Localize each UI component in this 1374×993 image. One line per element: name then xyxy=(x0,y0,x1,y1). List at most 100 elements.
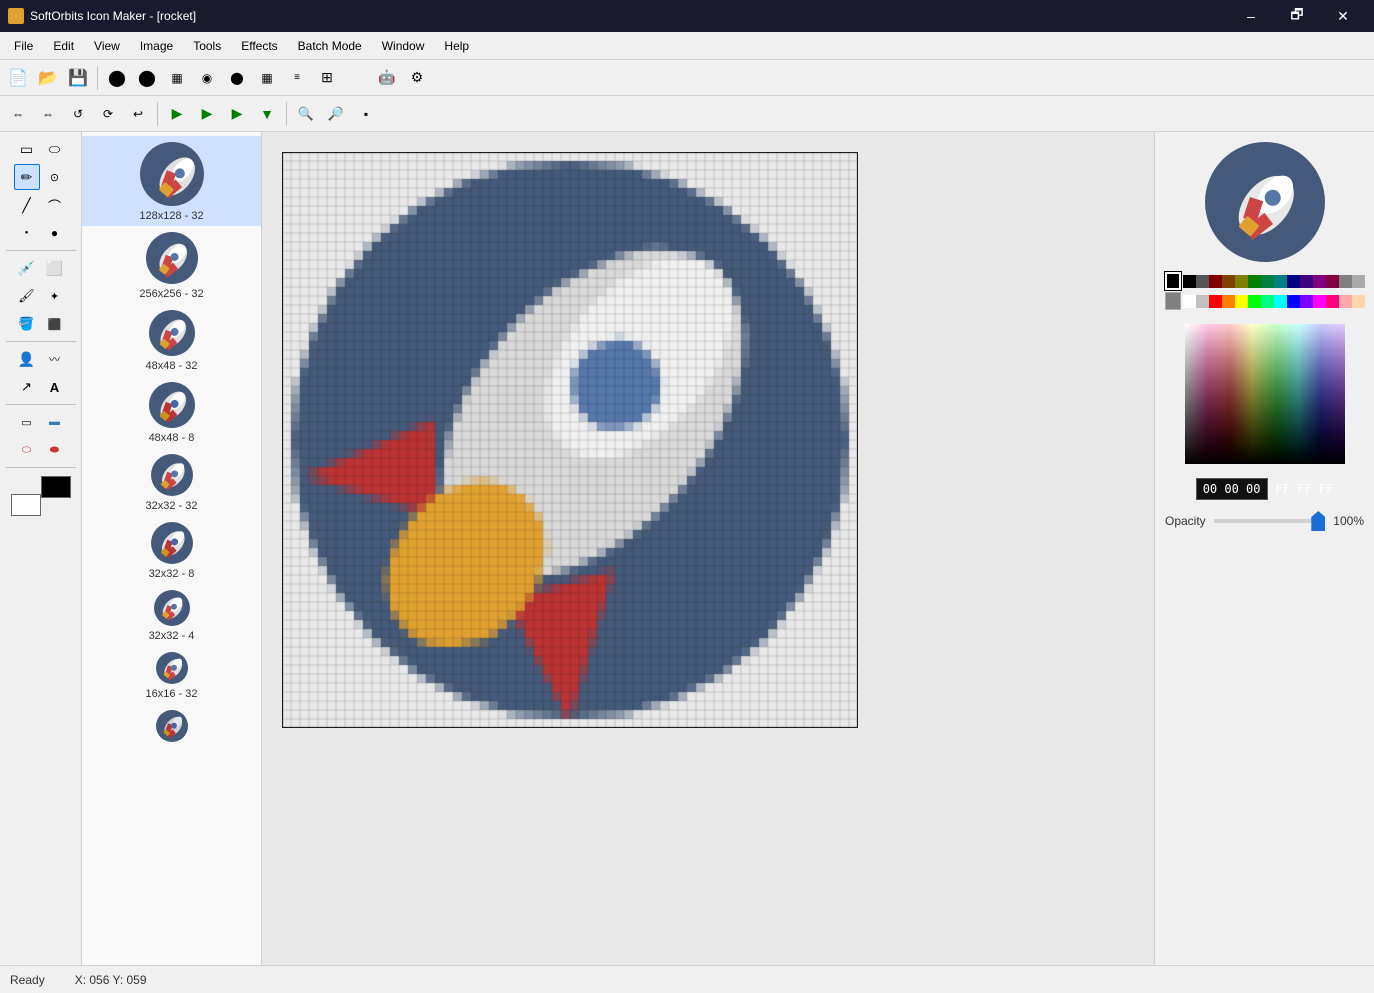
canvas-area[interactable] xyxy=(262,132,1154,965)
title-bar-controls[interactable]: – 🗗 ✕ xyxy=(1228,0,1366,32)
curve-tool[interactable]: ⌒ xyxy=(42,192,68,218)
gear-icon-btn[interactable]: ⚙ xyxy=(403,64,431,92)
icon-entry-32-32[interactable]: 32x32 - 32 xyxy=(82,448,261,516)
palette-swatch[interactable] xyxy=(1313,295,1326,308)
icon-entry-32-4[interactable]: 32x32 - 4 xyxy=(82,584,261,646)
sparkle-tool[interactable]: ✦ xyxy=(42,283,68,309)
filled-rect-tool[interactable]: ▬ xyxy=(42,409,68,435)
icon-entry-48-8[interactable]: 48x48 - 8 xyxy=(82,376,261,448)
icon-entry-32-8[interactable]: 32x32 - 8 xyxy=(82,516,261,584)
opacity-thumb[interactable] xyxy=(1311,511,1325,531)
play-btn[interactable]: ▶ xyxy=(163,100,191,128)
palette-swatch[interactable] xyxy=(1339,275,1352,288)
menu-item-tools[interactable]: Tools xyxy=(183,35,231,57)
save-button[interactable]: 💾 xyxy=(64,64,92,92)
pencil-tool[interactable]: ✏ xyxy=(14,164,40,190)
palette-swatch[interactable] xyxy=(1352,275,1365,288)
tb-btn-7[interactable]: ≡ xyxy=(283,64,311,92)
zoom-out-btn[interactable]: 🔎 xyxy=(322,100,350,128)
palette-swatch[interactable] xyxy=(1261,295,1274,308)
tb2-btn-5[interactable]: ↩ xyxy=(124,100,152,128)
lasso-tool[interactable]: ⊙ xyxy=(42,164,68,190)
palette-swatch[interactable] xyxy=(1300,275,1313,288)
filled-ellipse-tool[interactable]: ⬬ xyxy=(42,437,68,463)
palette-swatch[interactable] xyxy=(1287,295,1300,308)
new-button[interactable]: 📄 xyxy=(4,64,32,92)
palette-swatch[interactable] xyxy=(1222,295,1235,308)
minimize-button[interactable]: – xyxy=(1228,0,1274,32)
mid-color-swatch[interactable] xyxy=(1165,292,1181,310)
apple-icon-btn[interactable] xyxy=(343,64,371,92)
menu-item-batch mode[interactable]: Batch Mode xyxy=(288,35,372,57)
menu-item-file[interactable]: File xyxy=(4,35,43,57)
tb2-btn-4[interactable]: ⟳ xyxy=(94,100,122,128)
close-button[interactable]: ✕ xyxy=(1320,0,1366,32)
palette-swatch[interactable] xyxy=(1183,275,1196,288)
palette-swatch[interactable] xyxy=(1235,295,1248,308)
tb-btn-4[interactable]: ◉ xyxy=(193,64,221,92)
open-button[interactable]: 📂 xyxy=(34,64,62,92)
select-ellipse-tool[interactable]: ⬭ xyxy=(42,136,68,162)
menu-item-help[interactable]: Help xyxy=(434,35,479,57)
menu-item-window[interactable]: Window xyxy=(372,35,435,57)
palette-swatch[interactable] xyxy=(1313,275,1326,288)
android-icon-btn[interactable]: 🤖 xyxy=(373,64,401,92)
play-btn-4[interactable]: ▼ xyxy=(253,100,281,128)
line-tool[interactable]: ╱ xyxy=(14,192,40,218)
icon-entry-128-32[interactable]: 128x128 - 32 xyxy=(82,136,261,226)
palette-swatch[interactable] xyxy=(1183,295,1196,308)
palette-swatch[interactable] xyxy=(1326,275,1339,288)
eraser-tool[interactable]: ⬜ xyxy=(42,255,68,281)
zoom-fit-btn[interactable]: ▪ xyxy=(352,100,380,128)
tb-btn-1[interactable]: ⬤ xyxy=(103,64,131,92)
bg-color[interactable] xyxy=(11,494,41,516)
fg-color[interactable] xyxy=(41,476,71,498)
select-rect-tool[interactable]: ▭ xyxy=(14,136,40,162)
wave-tool[interactable]: 〰 xyxy=(42,346,68,372)
win-icon-btn[interactable]: ⊞ xyxy=(313,64,341,92)
eyedropper-tool[interactable]: 💉 xyxy=(14,255,40,281)
palette-swatch[interactable] xyxy=(1274,275,1287,288)
color-gradient-picker[interactable] xyxy=(1185,324,1345,464)
palette-swatch[interactable] xyxy=(1339,295,1352,308)
palette-swatch[interactable] xyxy=(1248,275,1261,288)
icon-entry-256-32[interactable]: 256x256 - 32 xyxy=(82,226,261,304)
arrow-tool[interactable]: ↗ xyxy=(14,374,40,400)
palette-swatch[interactable] xyxy=(1248,295,1261,308)
tb-btn-3[interactable]: ▦ xyxy=(163,64,191,92)
pixel-grid-canvas[interactable] xyxy=(282,152,858,728)
fg-color-swatch[interactable] xyxy=(1165,272,1181,290)
palette-swatch[interactable] xyxy=(1261,275,1274,288)
palette-swatch[interactable] xyxy=(1352,295,1365,308)
tb2-btn-2[interactable]: ⇔ xyxy=(34,100,62,128)
palette-swatch[interactable] xyxy=(1326,295,1339,308)
palette-swatch[interactable] xyxy=(1274,295,1287,308)
play-btn-2[interactable]: ▶ xyxy=(193,100,221,128)
icon-entry-16-8[interactable] xyxy=(82,704,261,748)
palette-swatch[interactable] xyxy=(1209,295,1222,308)
tb2-btn-1[interactable]: ⇔ xyxy=(4,100,32,128)
zoom-in-btn[interactable]: 🔍 xyxy=(292,100,320,128)
menu-item-edit[interactable]: Edit xyxy=(43,35,84,57)
color-hex-display-1[interactable]: 00 00 00 xyxy=(1196,478,1268,500)
color-indicator[interactable] xyxy=(11,476,71,516)
icon-entry-48-32[interactable]: 48x48 - 32 xyxy=(82,304,261,376)
palette-swatch[interactable] xyxy=(1196,295,1209,308)
menu-item-image[interactable]: Image xyxy=(130,35,183,57)
rect-draw-tool[interactable]: ▭ xyxy=(14,409,40,435)
tb-btn-5[interactable]: ⬤ xyxy=(223,64,251,92)
icon-entry-16-32[interactable]: 16x16 - 32 xyxy=(82,646,261,704)
palette-swatch[interactable] xyxy=(1287,275,1300,288)
menu-item-view[interactable]: View xyxy=(84,35,130,57)
restore-button[interactable]: 🗗 xyxy=(1274,0,1320,32)
opacity-slider[interactable] xyxy=(1214,519,1326,523)
person-tool[interactable]: 👤 xyxy=(14,346,40,372)
tb2-btn-3[interactable]: ↺ xyxy=(64,100,92,128)
text-tool[interactable]: A xyxy=(42,374,68,400)
brush-tool[interactable]: ⬛ xyxy=(42,311,68,337)
paint-tool[interactable]: 🖌 xyxy=(14,283,40,309)
tb-btn-6[interactable]: ▦ xyxy=(253,64,281,92)
palette-swatch[interactable] xyxy=(1235,275,1248,288)
fill-tool[interactable]: 🪣 xyxy=(14,311,40,337)
play-btn-3[interactable]: ▶ xyxy=(223,100,251,128)
